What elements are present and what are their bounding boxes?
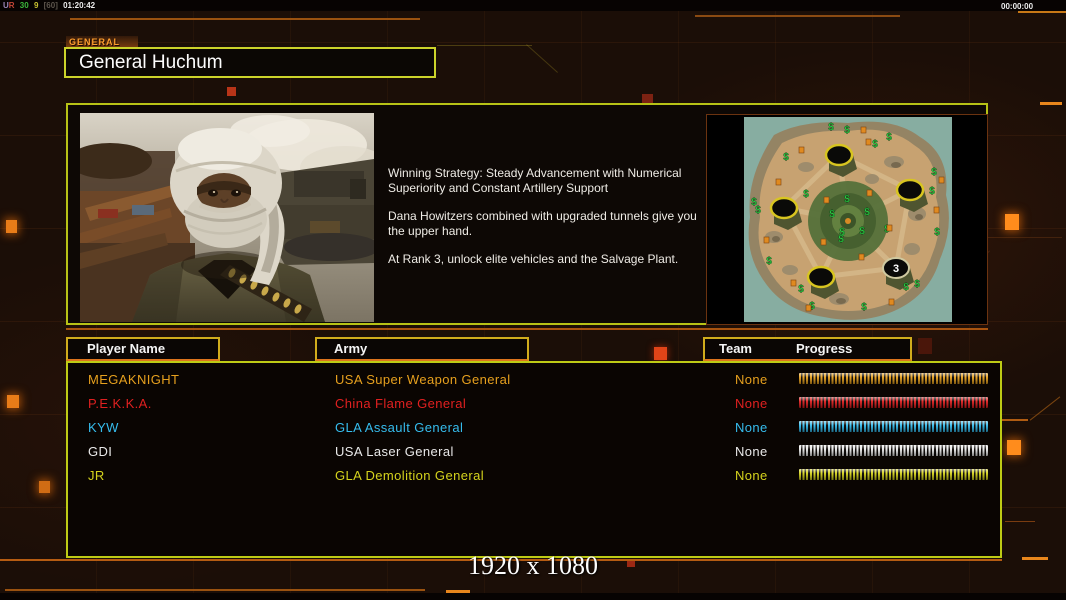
top-status-bar: UR 30 9 [60] 01:20:42 00:00:00: [0, 0, 1066, 11]
glow-square: [7, 395, 19, 408]
red-square: [654, 347, 667, 360]
player-team: None: [735, 396, 768, 411]
circuit-line: [1029, 396, 1061, 421]
svg-text:$: $: [838, 234, 844, 245]
circuit-line: [1005, 521, 1035, 522]
player-team: None: [735, 468, 768, 483]
svg-text:$: $: [755, 205, 761, 216]
circuit-line: [695, 15, 900, 17]
svg-text:$: $: [844, 194, 850, 205]
glow-square: [1007, 440, 1021, 455]
minimap: 3 $$$$$$$$$$$$$$$$$$$$$$$$: [744, 117, 952, 322]
svg-text:$: $: [766, 256, 772, 267]
stat-fps: 30: [19, 1, 29, 10]
circuit-line: [70, 18, 420, 20]
table-header-team-progress: Team Progress: [703, 337, 912, 361]
player-name: P.E.K.K.A.: [88, 396, 152, 411]
svg-text:$: $: [931, 167, 937, 178]
circuit-line: [5, 589, 425, 591]
player-name: MEGAKNIGHT: [88, 372, 180, 387]
circuit-line: [1040, 102, 1062, 105]
player-name: JR: [88, 468, 105, 483]
red-square: [227, 87, 236, 96]
bottom-bar: [0, 593, 1066, 600]
player-row: KYW GLA Assault General None: [68, 416, 1000, 440]
general-portrait: [68, 113, 390, 322]
svg-text:$: $: [903, 282, 909, 293]
player-army: USA Super Weapon General: [335, 372, 511, 387]
svg-text:$: $: [859, 226, 865, 237]
stat-clock: 01:20:42: [63, 1, 96, 10]
svg-text:$: $: [886, 132, 892, 143]
svg-text:$: $: [929, 186, 935, 197]
player-army: GLA Assault General: [335, 420, 464, 435]
header-player-label: Player Name: [87, 341, 166, 356]
svg-text:$: $: [783, 152, 789, 163]
svg-text:$: $: [803, 189, 809, 200]
svg-text:$: $: [872, 139, 878, 150]
player-name: KYW: [88, 420, 119, 435]
player-army: USA Laser General: [335, 444, 454, 459]
player-row: MEGAKNIGHT USA Super Weapon General None: [68, 368, 1000, 392]
player-army: GLA Demolition General: [335, 468, 484, 483]
red-square: [918, 338, 932, 354]
svg-text:3: 3: [893, 263, 899, 275]
info-panel: Winning Strategy: Steady Advancement wit…: [66, 103, 988, 325]
header-army-label: Army: [334, 341, 368, 356]
svg-text:$: $: [914, 279, 920, 290]
header-progress-label: Progress: [796, 341, 853, 356]
session-timer: 00:00:00: [1001, 2, 1034, 11]
table-header-player: Player Name: [66, 337, 220, 361]
render-stats-overlay: UR 30 9 [60] 01:20:42: [3, 1, 98, 10]
strategy-text: Winning Strategy: Steady Advancement wit…: [388, 166, 708, 280]
progress-bar: [799, 373, 988, 384]
svg-text:$: $: [829, 209, 835, 220]
glow-square: [6, 220, 17, 233]
player-team: None: [735, 420, 768, 435]
briefing-paragraph: Dana Howitzers combined with upgraded tu…: [388, 209, 697, 238]
briefing-paragraph: At Rank 3, unlock elite vehicles and the…: [388, 252, 679, 266]
player-row: GDI USA Laser General None: [68, 440, 1000, 464]
player-name: GDI: [88, 444, 113, 459]
circuit-line: [526, 44, 558, 73]
player-army: China Flame General: [335, 396, 467, 411]
svg-text:$: $: [861, 302, 867, 313]
stat-render: R: [8, 1, 15, 10]
svg-text:$: $: [844, 125, 850, 136]
svg-text:$: $: [934, 227, 940, 238]
svg-text:$: $: [864, 207, 870, 218]
player-team: None: [735, 372, 768, 387]
stat-upload: U: [3, 1, 9, 10]
stat-fps-cap: [60]: [43, 1, 58, 10]
glow-square: [39, 481, 50, 493]
panel-underline: [66, 328, 988, 330]
resolution-label: 1920 x 1080: [468, 551, 598, 580]
progress-bar: [799, 421, 988, 432]
header-team-label: Team: [719, 341, 752, 356]
svg-text:$: $: [798, 284, 804, 295]
stat-ping: 9: [33, 1, 39, 10]
table-header-army: Army: [315, 337, 529, 361]
circuit-line: [1018, 11, 1066, 13]
player-row: JR GLA Demolition General None: [68, 464, 1000, 488]
map-preview-panel: 3 $$$$$$$$$$$$$$$$$$$$$$$$: [706, 114, 988, 325]
glow-square: [1005, 214, 1019, 230]
svg-text:$: $: [828, 122, 834, 133]
circuit-line: [437, 45, 532, 46]
briefing-paragraph: Winning Strategy: Steady Advancement wit…: [388, 166, 682, 195]
player-team: None: [735, 444, 768, 459]
progress-bar: [799, 445, 988, 456]
player-row: P.E.K.K.A. China Flame General None: [68, 392, 1000, 416]
portrait-illustration: [68, 113, 390, 322]
general-name-box: General Huchum: [64, 47, 436, 78]
progress-bar: [799, 397, 988, 408]
general-name: General Huchum: [79, 52, 223, 73]
player-list: MEGAKNIGHT USA Super Weapon General None…: [66, 361, 1002, 558]
progress-bar: [799, 469, 988, 480]
